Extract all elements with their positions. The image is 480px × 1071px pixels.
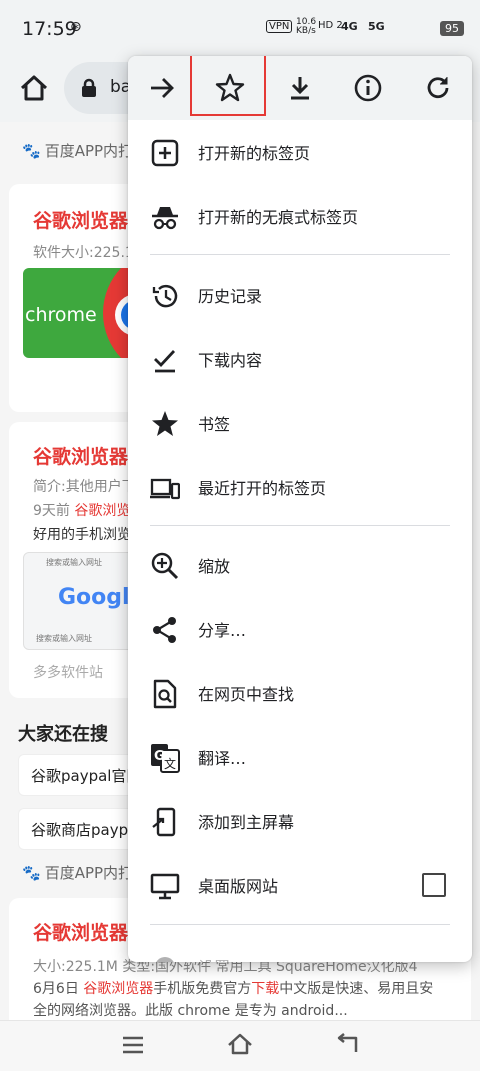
home-icon bbox=[20, 75, 48, 101]
also-search-heading: 大家还在搜 bbox=[18, 724, 108, 745]
menu-action-row bbox=[128, 56, 472, 120]
paw-icon: 🐾 bbox=[22, 864, 41, 882]
info-icon bbox=[354, 74, 382, 102]
menu-item-bookmarks[interactable]: 书签 bbox=[128, 393, 472, 453]
signal-4g: 4G bbox=[341, 20, 358, 33]
menu-separator bbox=[150, 254, 450, 255]
menu-item-label: 缩放 bbox=[198, 557, 231, 576]
status-time: 17:59 bbox=[22, 18, 77, 40]
status-bar: 17:59 ⊛ VPN 10.6 KB/s HD 2 4G 5G 95 bbox=[0, 0, 480, 58]
nav-back-icon[interactable] bbox=[334, 1031, 360, 1057]
thumb-label: chrome bbox=[25, 304, 97, 326]
menu-item-label: 打开新的标签页 bbox=[198, 144, 311, 163]
share-icon bbox=[153, 617, 176, 643]
result-thumbnail-2[interactable]: 搜索或输入网址 Google 搜索或输入网址 bbox=[23, 552, 145, 650]
desktop-site-checkbox[interactable] bbox=[422, 873, 446, 897]
menu-item-new-tab[interactable]: 打开新的标签页 bbox=[128, 122, 472, 182]
menu-item-label: 翻译… bbox=[198, 749, 247, 768]
incognito-icon bbox=[152, 207, 178, 230]
result-title-2[interactable]: 谷歌浏览器a bbox=[33, 442, 141, 469]
menu-item-label: 桌面版网站 bbox=[198, 877, 279, 896]
source-label-1: 🐾 百度APP内打 bbox=[22, 142, 134, 160]
reload-button[interactable] bbox=[420, 70, 456, 106]
location-icon: ⊛ bbox=[70, 19, 82, 35]
menu-item-label: 下载内容 bbox=[198, 351, 263, 370]
desktop-site-icon bbox=[150, 873, 180, 900]
menu-separator bbox=[150, 525, 450, 526]
hd-indicator: HD 2 bbox=[318, 20, 343, 31]
menu-item-downloads[interactable]: 下载内容 bbox=[128, 329, 472, 389]
chrome-overflow-menu: 打开新的标签页 打开新的无痕式标签页 历史记录 下载内容 书签 最近打开的标签页… bbox=[128, 56, 472, 962]
result-snippet-3b: 全的网络浏览器。此版 chrome 是专为 android... bbox=[33, 1003, 348, 1019]
menu-item-label: 历史记录 bbox=[198, 287, 263, 306]
vpn-indicator: VPN bbox=[266, 20, 293, 33]
result-desc-2: 简介:其他用户下 bbox=[33, 479, 136, 495]
result-tagline-2: 好用的手机浏览 bbox=[33, 527, 131, 543]
find-in-page-icon bbox=[153, 679, 177, 709]
zoom-icon bbox=[151, 552, 179, 580]
paw-icon: 🐾 bbox=[22, 142, 41, 160]
menu-item-label: 打开新的无痕式标签页 bbox=[198, 208, 359, 227]
star-outline-icon bbox=[215, 73, 245, 102]
menu-lines-icon[interactable] bbox=[120, 1033, 146, 1057]
svg-text:文: 文 bbox=[164, 756, 176, 771]
battery-indicator: 95 bbox=[440, 21, 464, 36]
menu-separator bbox=[150, 924, 450, 925]
menu-item-recent-tabs[interactable]: 最近打开的标签页 bbox=[128, 457, 472, 517]
menu-item-share[interactable]: 分享… bbox=[128, 599, 472, 659]
history-icon bbox=[152, 284, 178, 308]
menu-item-label: 设置 bbox=[198, 954, 230, 962]
source-label-2: 🐾 百度APP内打 bbox=[22, 864, 134, 882]
result-site-2: 多多软件站 bbox=[33, 665, 103, 681]
net-speed: 10.6 KB/s bbox=[296, 17, 317, 36]
menu-item-incognito[interactable]: 打开新的无痕式标签页 bbox=[128, 186, 472, 246]
bookmark-button[interactable] bbox=[212, 70, 248, 106]
nav-home-icon[interactable] bbox=[226, 1031, 254, 1057]
refresh-icon bbox=[427, 77, 449, 99]
home-button[interactable] bbox=[14, 68, 54, 108]
result-date-2: 9天前 谷歌浏览 bbox=[33, 503, 131, 519]
system-nav-bar bbox=[0, 1020, 480, 1071]
add-to-home-icon bbox=[152, 807, 176, 837]
result-thumbnail-1[interactable]: chrome bbox=[23, 268, 133, 358]
lock-icon bbox=[82, 78, 96, 97]
new-tab-icon bbox=[151, 139, 179, 167]
menu-item-settings[interactable]: 设置 bbox=[128, 936, 472, 962]
menu-item-desktop-site[interactable]: 桌面版网站 bbox=[128, 855, 472, 915]
page-info-button[interactable] bbox=[350, 70, 386, 106]
menu-item-translate[interactable]: G 文 翻译… bbox=[128, 727, 472, 787]
menu-item-history[interactable]: 历史记录 bbox=[128, 265, 472, 325]
menu-item-label: 最近打开的标签页 bbox=[198, 479, 327, 498]
download-page-button[interactable] bbox=[282, 70, 318, 106]
menu-item-label: 在网页中查找 bbox=[198, 685, 295, 704]
downloads-icon bbox=[154, 350, 176, 373]
forward-button[interactable] bbox=[144, 70, 180, 106]
settings-icon bbox=[156, 957, 174, 962]
result-snippet-3: 6月6日 谷歌浏览器手机版免费官方下载中文版是快速、易用且安 bbox=[33, 981, 434, 997]
signal-5g: 5G bbox=[368, 20, 385, 33]
download-icon bbox=[291, 77, 309, 100]
menu-item-find-in-page[interactable]: 在网页中查找 bbox=[128, 663, 472, 723]
menu-item-zoom[interactable]: 缩放 bbox=[128, 535, 472, 595]
translate-icon: G 文 bbox=[151, 744, 180, 773]
menu-item-label: 添加到主屏幕 bbox=[198, 813, 295, 832]
menu-item-label: 书签 bbox=[198, 415, 231, 434]
bookmarks-star-icon bbox=[152, 411, 178, 436]
recent-tabs-icon bbox=[150, 478, 180, 500]
forward-arrow-icon bbox=[151, 78, 174, 98]
menu-item-label: 分享… bbox=[198, 621, 247, 640]
menu-item-add-to-home[interactable]: 添加到主屏幕 bbox=[128, 791, 472, 851]
